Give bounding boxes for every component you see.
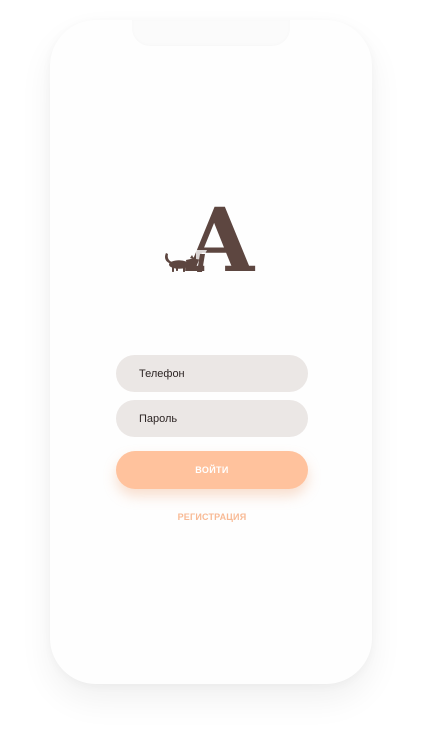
logo-letter: A xyxy=(185,196,256,276)
register-link-label: РЕГИСТРАЦИЯ xyxy=(177,512,247,522)
phone-notch xyxy=(132,20,290,46)
password-input[interactable] xyxy=(139,412,289,425)
login-button[interactable]: ВОЙТИ xyxy=(116,451,308,489)
phone-field[interactable] xyxy=(116,355,308,392)
login-button-label: ВОЙТИ xyxy=(195,465,229,475)
letter-a-logo-mark: A xyxy=(185,196,256,276)
phone-frame xyxy=(50,20,372,684)
mobile-login-screen: A ВОЙТИ РЕГИСТРАЦИЯ xyxy=(0,0,425,740)
register-link[interactable]: РЕГИСТРАЦИЯ xyxy=(116,512,308,522)
password-field[interactable] xyxy=(116,400,308,437)
phone-input[interactable] xyxy=(139,367,289,380)
brand-logo: A xyxy=(165,196,256,276)
